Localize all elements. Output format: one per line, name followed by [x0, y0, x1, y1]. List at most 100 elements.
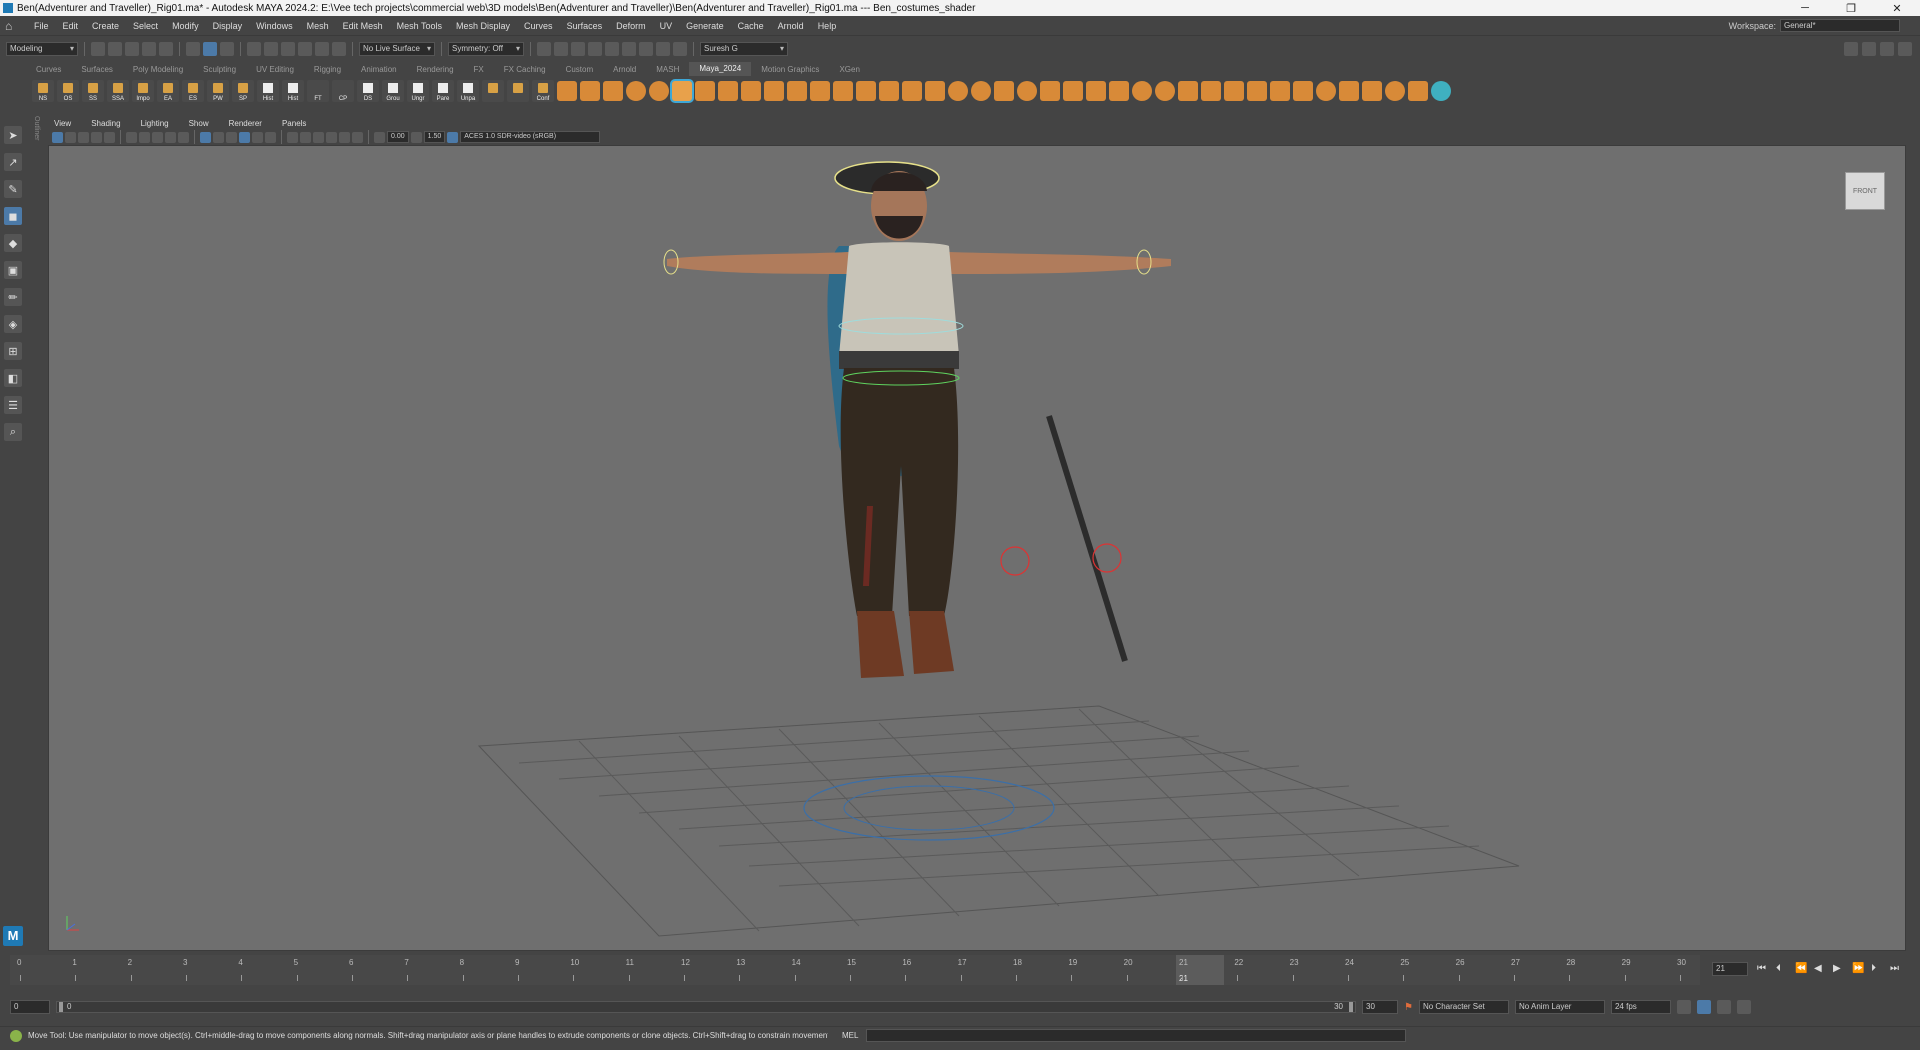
- menu-mesh[interactable]: Mesh: [300, 21, 336, 31]
- menu-mesh-tools[interactable]: Mesh Tools: [390, 21, 449, 31]
- paint-tool-icon[interactable]: ✏: [4, 288, 22, 306]
- rotate-tool-icon[interactable]: ◆: [4, 234, 22, 252]
- menu-edit[interactable]: Edit: [56, 21, 86, 31]
- viewport-menu-renderer[interactable]: Renderer: [217, 119, 270, 128]
- shelf-tab-uv-editing[interactable]: UV Editing: [246, 65, 304, 74]
- shelf-button-impo[interactable]: Impo: [132, 79, 154, 102]
- shelf-tab-surfaces[interactable]: Surfaces: [71, 65, 123, 74]
- viewport-menu-panels[interactable]: Panels: [270, 119, 314, 128]
- menu-surfaces[interactable]: Surfaces: [560, 21, 610, 31]
- undo-icon[interactable]: [142, 42, 156, 56]
- anti-aliasing-icon[interactable]: [313, 131, 324, 143]
- wave-icon[interactable]: [1293, 80, 1313, 101]
- animation-start-field[interactable]: 0: [10, 1000, 50, 1014]
- safe-action-icon[interactable]: [178, 131, 189, 143]
- box-open-icon[interactable]: [902, 80, 922, 101]
- animation-end-field[interactable]: 30: [1362, 1000, 1398, 1014]
- light-editor-icon[interactable]: [639, 42, 653, 56]
- camera-attributes-icon[interactable]: [65, 131, 76, 143]
- menu-mesh-display[interactable]: Mesh Display: [449, 21, 517, 31]
- cube-grid-icon[interactable]: [580, 80, 600, 101]
- shelf-tab-sculpting[interactable]: Sculpting: [193, 65, 246, 74]
- menu-curves[interactable]: Curves: [517, 21, 560, 31]
- gamma-field[interactable]: 1.50: [423, 131, 446, 143]
- knife-icon[interactable]: [925, 80, 945, 101]
- shelf-button-ungr[interactable]: Ungr: [407, 79, 429, 102]
- render-frame-icon[interactable]: [554, 42, 568, 56]
- foot-ik-control-left[interactable]: [1000, 546, 1030, 576]
- sound-icon[interactable]: [1716, 1000, 1731, 1014]
- shelf-button-os[interactable]: OS: [57, 79, 79, 102]
- home-icon[interactable]: ⌂: [5, 19, 21, 33]
- save-scene-icon[interactable]: [125, 42, 139, 56]
- bookmark-icon[interactable]: [78, 131, 89, 143]
- exposure-icon[interactable]: [374, 131, 385, 143]
- menu-cache[interactable]: Cache: [731, 21, 771, 31]
- bevel-icon[interactable]: [718, 80, 738, 101]
- diamond-icon[interactable]: [557, 80, 577, 101]
- foot-ik-control-right[interactable]: [1092, 543, 1122, 573]
- shelf-button-unpa[interactable]: Unpa: [457, 79, 479, 102]
- shelf-button-pare[interactable]: Pare: [432, 79, 454, 102]
- fps-dropdown[interactable]: 24 fps: [1610, 1000, 1671, 1014]
- outliner-tab[interactable]: Outliner: [30, 116, 40, 156]
- shelf-button-hist-2[interactable]: Hist: [282, 79, 304, 102]
- shelf-tab-custom[interactable]: Custom: [556, 65, 604, 74]
- symmetry-dropdown[interactable]: Symmetry: Off: [448, 42, 524, 56]
- stack-icon[interactable]: [764, 80, 784, 101]
- menu-windows[interactable]: Windows: [249, 21, 300, 31]
- render-view-icon[interactable]: [588, 42, 602, 56]
- snap-live-icon[interactable]: [332, 42, 346, 56]
- align-icon[interactable]: [1224, 80, 1244, 101]
- hypershade-icon[interactable]: [605, 42, 619, 56]
- arc-icon[interactable]: [1155, 80, 1175, 101]
- group-icon[interactable]: [1201, 80, 1221, 101]
- live-surface-field[interactable]: No Live Surface: [359, 42, 435, 56]
- range-start-handle[interactable]: [59, 1002, 63, 1012]
- play-backwards-icon[interactable]: ◀: [1814, 964, 1824, 974]
- shelf-button-ssa[interactable]: SSA: [107, 79, 129, 102]
- menu-arnold[interactable]: Arnold: [771, 21, 811, 31]
- sphere-icon[interactable]: [626, 80, 646, 101]
- shadows-icon[interactable]: [265, 131, 276, 143]
- viewport-menu-lighting[interactable]: Lighting: [129, 119, 177, 128]
- grid-icon[interactable]: [833, 80, 853, 101]
- lasso-tool-icon[interactable]: ↗: [4, 153, 22, 171]
- close-button[interactable]: ✕: [1874, 2, 1920, 15]
- shelf-tab-arnold[interactable]: Arnold: [603, 65, 646, 74]
- extrude-icon[interactable]: [695, 80, 715, 101]
- shelf-tab-curves[interactable]: Curves: [26, 65, 71, 74]
- lattice-icon[interactable]: [856, 80, 876, 101]
- shelf-button-ns[interactable]: NS: [32, 79, 54, 102]
- exposure-field[interactable]: 0.00: [387, 131, 409, 143]
- current-frame-field[interactable]: 21: [1712, 962, 1748, 976]
- auto-key-icon[interactable]: ⚑: [1404, 1002, 1413, 1013]
- xray-icon[interactable]: [339, 131, 350, 143]
- active-tool-icon[interactable]: [672, 80, 692, 101]
- shelf-button-ds[interactable]: DS: [357, 79, 379, 102]
- render-setup-icon[interactable]: [622, 42, 636, 56]
- select-hierarchy-icon[interactable]: [186, 42, 200, 56]
- shelf-button-grou[interactable]: Grou: [382, 79, 404, 102]
- outliner-layout-icon[interactable]: ☰: [4, 396, 22, 414]
- menu-deform[interactable]: Deform: [609, 21, 653, 31]
- textured-icon[interactable]: [239, 131, 250, 143]
- menu-create[interactable]: Create: [85, 21, 126, 31]
- menu-uv[interactable]: UV: [653, 21, 680, 31]
- shader-ball-icon[interactable]: [1385, 80, 1405, 101]
- scale-icon[interactable]: [1109, 80, 1129, 101]
- sculpt-icon[interactable]: [649, 80, 669, 101]
- arrows-icon[interactable]: [1247, 80, 1267, 101]
- command-line-input[interactable]: [866, 1029, 1407, 1042]
- select-object-icon[interactable]: [203, 42, 217, 56]
- new-scene-icon[interactable]: [91, 42, 105, 56]
- wireframe-on-shaded-icon[interactable]: [226, 131, 237, 143]
- image-plane-icon[interactable]: [91, 131, 102, 143]
- channel-box-icon[interactable]: [1880, 42, 1894, 56]
- grid-toggle-icon[interactable]: [104, 131, 115, 143]
- shelf-button-sp[interactable]: SP: [232, 79, 254, 102]
- snap-point-icon[interactable]: [281, 42, 295, 56]
- modeling-toolkit-icon[interactable]: [1844, 42, 1858, 56]
- isolate-select-icon[interactable]: [326, 131, 337, 143]
- menu-edit-mesh[interactable]: Edit Mesh: [336, 21, 390, 31]
